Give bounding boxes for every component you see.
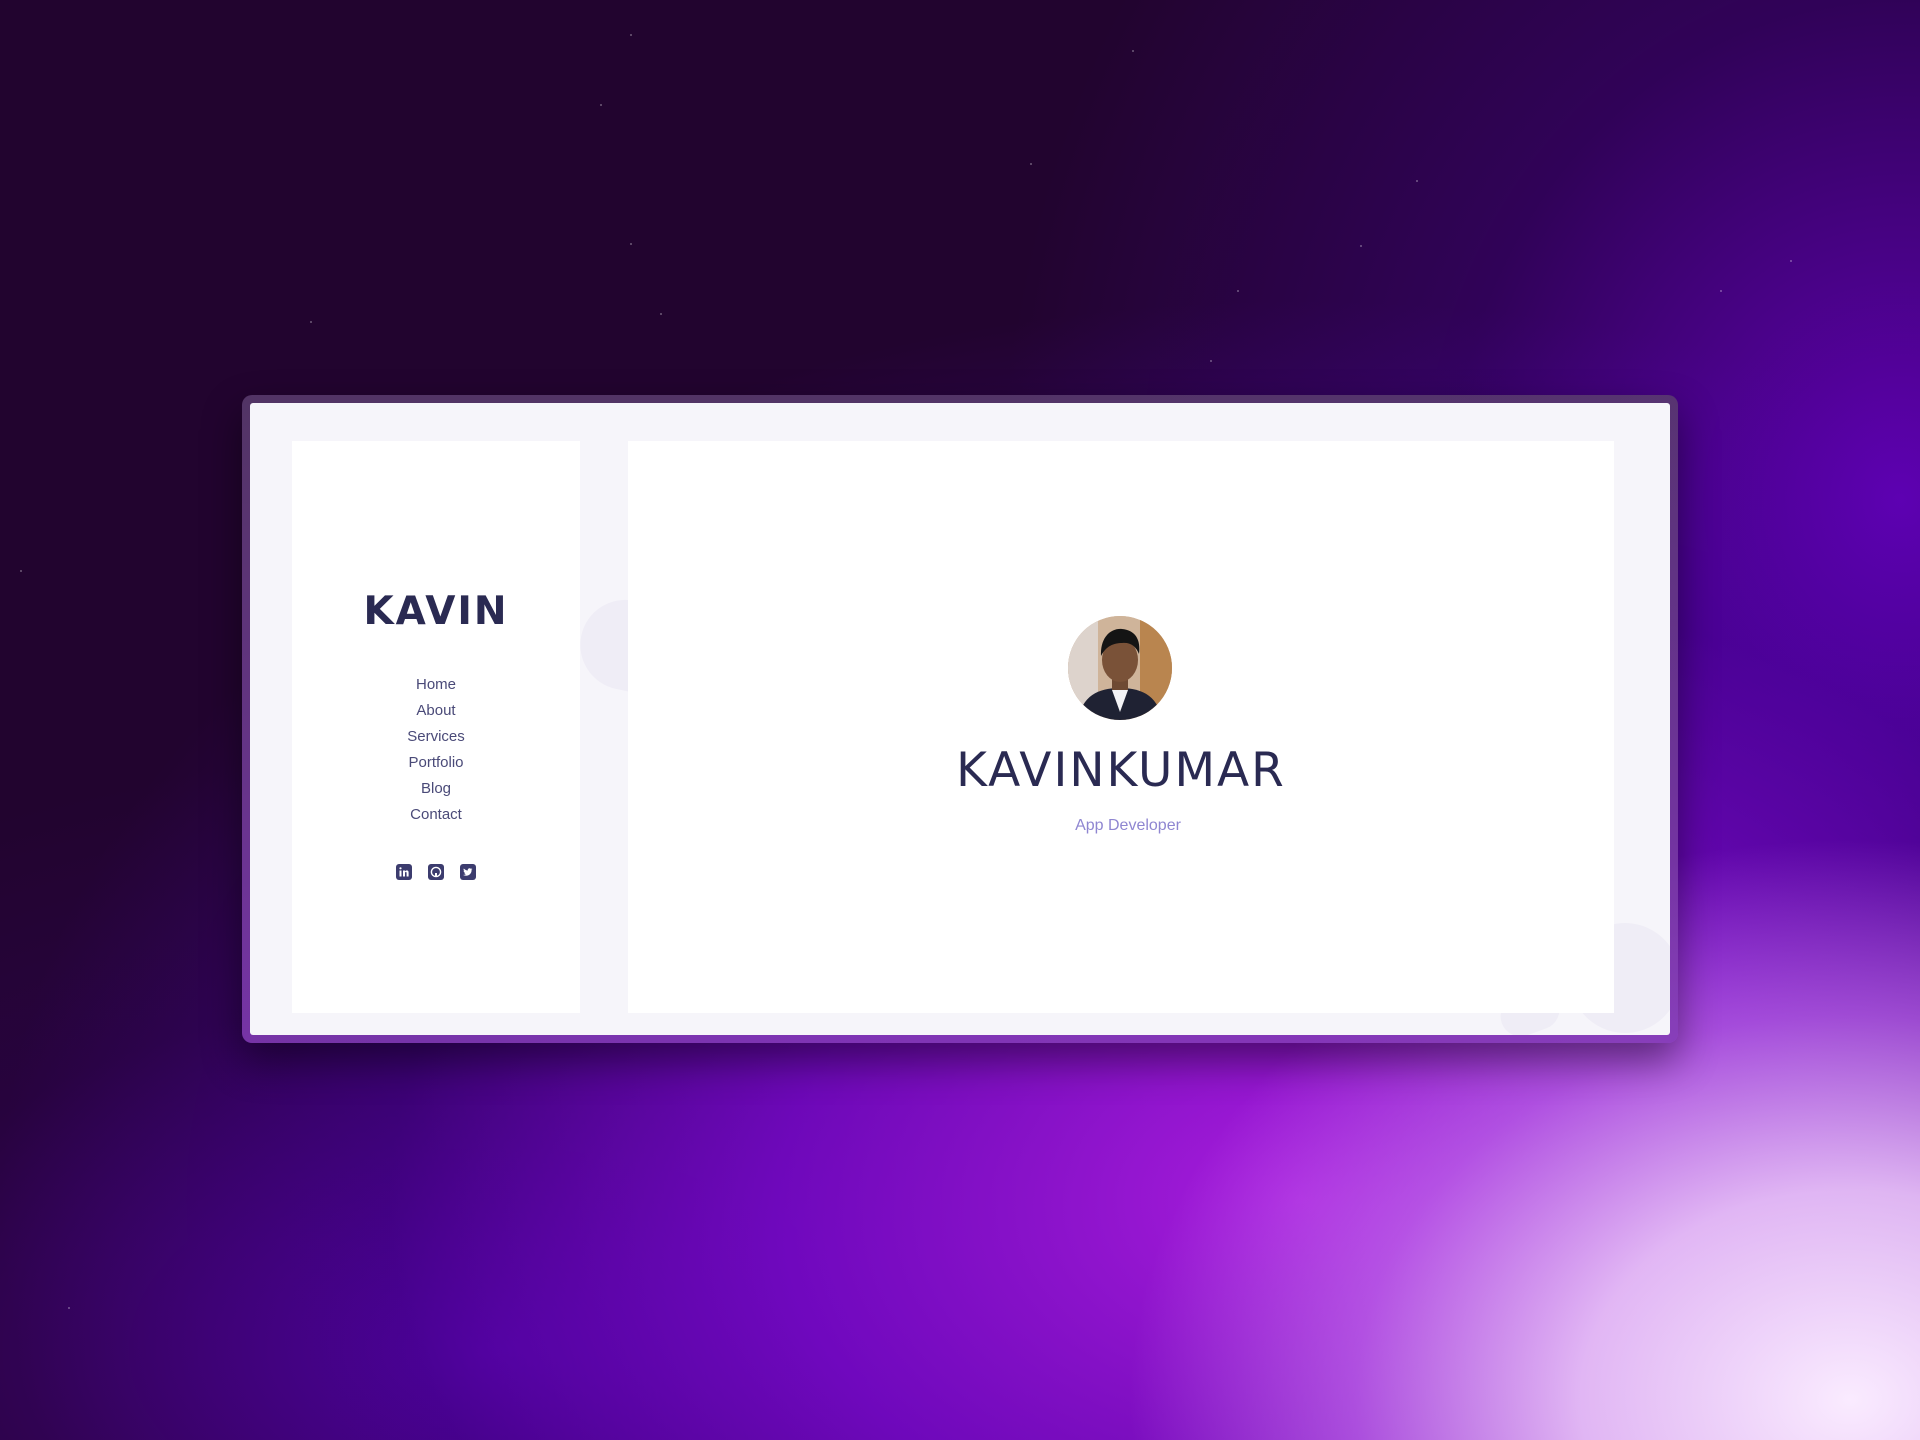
hero-name: KAVINKUMAR xyxy=(956,743,1286,798)
social-links xyxy=(396,864,476,880)
nav-item-contact[interactable]: Contact xyxy=(407,802,465,828)
page-viewport: KAVIN Home About Services Portfolio Blog… xyxy=(250,403,1670,1035)
nav-item-blog[interactable]: Blog xyxy=(407,776,465,802)
hero-section: KAVINKUMAR App Developer xyxy=(628,441,1614,1013)
browser-window: KAVIN Home About Services Portfolio Blog… xyxy=(242,395,1678,1043)
profile-photo-illustration xyxy=(1068,616,1172,720)
site-logo[interactable]: KAVIN xyxy=(363,589,508,634)
profile-avatar xyxy=(1068,616,1172,720)
sidebar: KAVIN Home About Services Portfolio Blog… xyxy=(292,441,580,1013)
linkedin-icon[interactable] xyxy=(396,864,412,880)
nav-item-services[interactable]: Services xyxy=(407,724,465,750)
main-nav: Home About Services Portfolio Blog Conta… xyxy=(407,672,465,828)
nav-item-portfolio[interactable]: Portfolio xyxy=(407,750,465,776)
nav-item-about[interactable]: About xyxy=(407,698,465,724)
twitter-icon[interactable] xyxy=(460,864,476,880)
hero-role: App Developer xyxy=(1075,817,1181,834)
nav-item-home[interactable]: Home xyxy=(407,672,465,698)
github-icon[interactable] xyxy=(428,864,444,880)
